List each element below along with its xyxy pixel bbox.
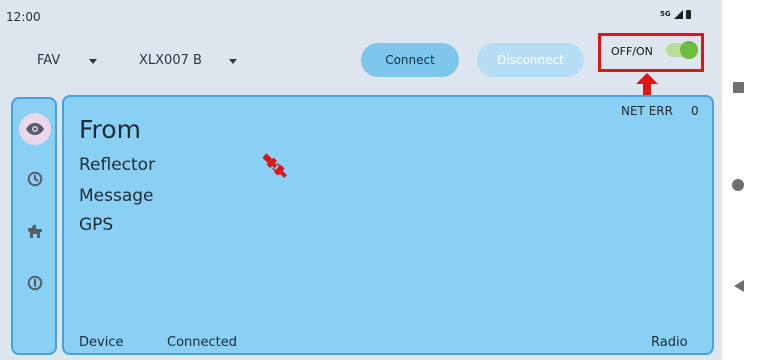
signal-icon bbox=[673, 10, 683, 19]
history-icon bbox=[27, 171, 43, 187]
message-label: Message bbox=[79, 186, 154, 206]
dog-icon bbox=[28, 225, 42, 238]
home-icon[interactable] bbox=[732, 179, 744, 191]
info-icon bbox=[27, 275, 43, 291]
back-icon[interactable] bbox=[734, 280, 744, 292]
reflector-label: Reflector bbox=[79, 155, 156, 175]
toggle-label: OFF/ON bbox=[611, 45, 653, 58]
eye-icon bbox=[26, 123, 44, 135]
connection-status: Connected bbox=[167, 335, 238, 350]
sidebar bbox=[11, 97, 57, 355]
app-screen: 12:00 5G FAV XLX007 B Connect Disconnect… bbox=[0, 0, 722, 360]
main-panel bbox=[62, 95, 714, 355]
net-err-count: 0 bbox=[691, 104, 699, 118]
status-icons: 5G bbox=[660, 9, 691, 19]
sidebar-item-info[interactable] bbox=[25, 273, 45, 293]
gps-label: GPS bbox=[79, 215, 114, 235]
network-type: 5G bbox=[660, 10, 671, 18]
device-dropdown-icon[interactable] bbox=[229, 59, 237, 64]
radio-label: Radio bbox=[651, 335, 688, 350]
sidebar-item-monitor[interactable] bbox=[19, 113, 51, 145]
sidebar-item-pets[interactable] bbox=[25, 221, 45, 241]
sidebar-item-history[interactable] bbox=[25, 169, 45, 189]
disconnect-button[interactable]: Disconnect bbox=[477, 43, 584, 77]
device-select[interactable]: XLX007 B bbox=[139, 53, 202, 68]
connect-button[interactable]: Connect bbox=[361, 43, 459, 77]
favorites-dropdown-icon[interactable] bbox=[89, 59, 97, 64]
device-label: Device bbox=[79, 335, 124, 350]
battery-icon bbox=[685, 10, 691, 19]
favorites-select[interactable]: FAV bbox=[37, 53, 60, 68]
recents-icon[interactable] bbox=[733, 82, 744, 93]
arrow-up-icon bbox=[636, 73, 658, 97]
net-err-label: NET ERR bbox=[621, 104, 673, 118]
unplugged-icon bbox=[262, 153, 288, 179]
status-time: 12:00 bbox=[6, 10, 41, 24]
power-switch-thumb[interactable] bbox=[680, 41, 698, 59]
from-label: From bbox=[79, 115, 141, 144]
